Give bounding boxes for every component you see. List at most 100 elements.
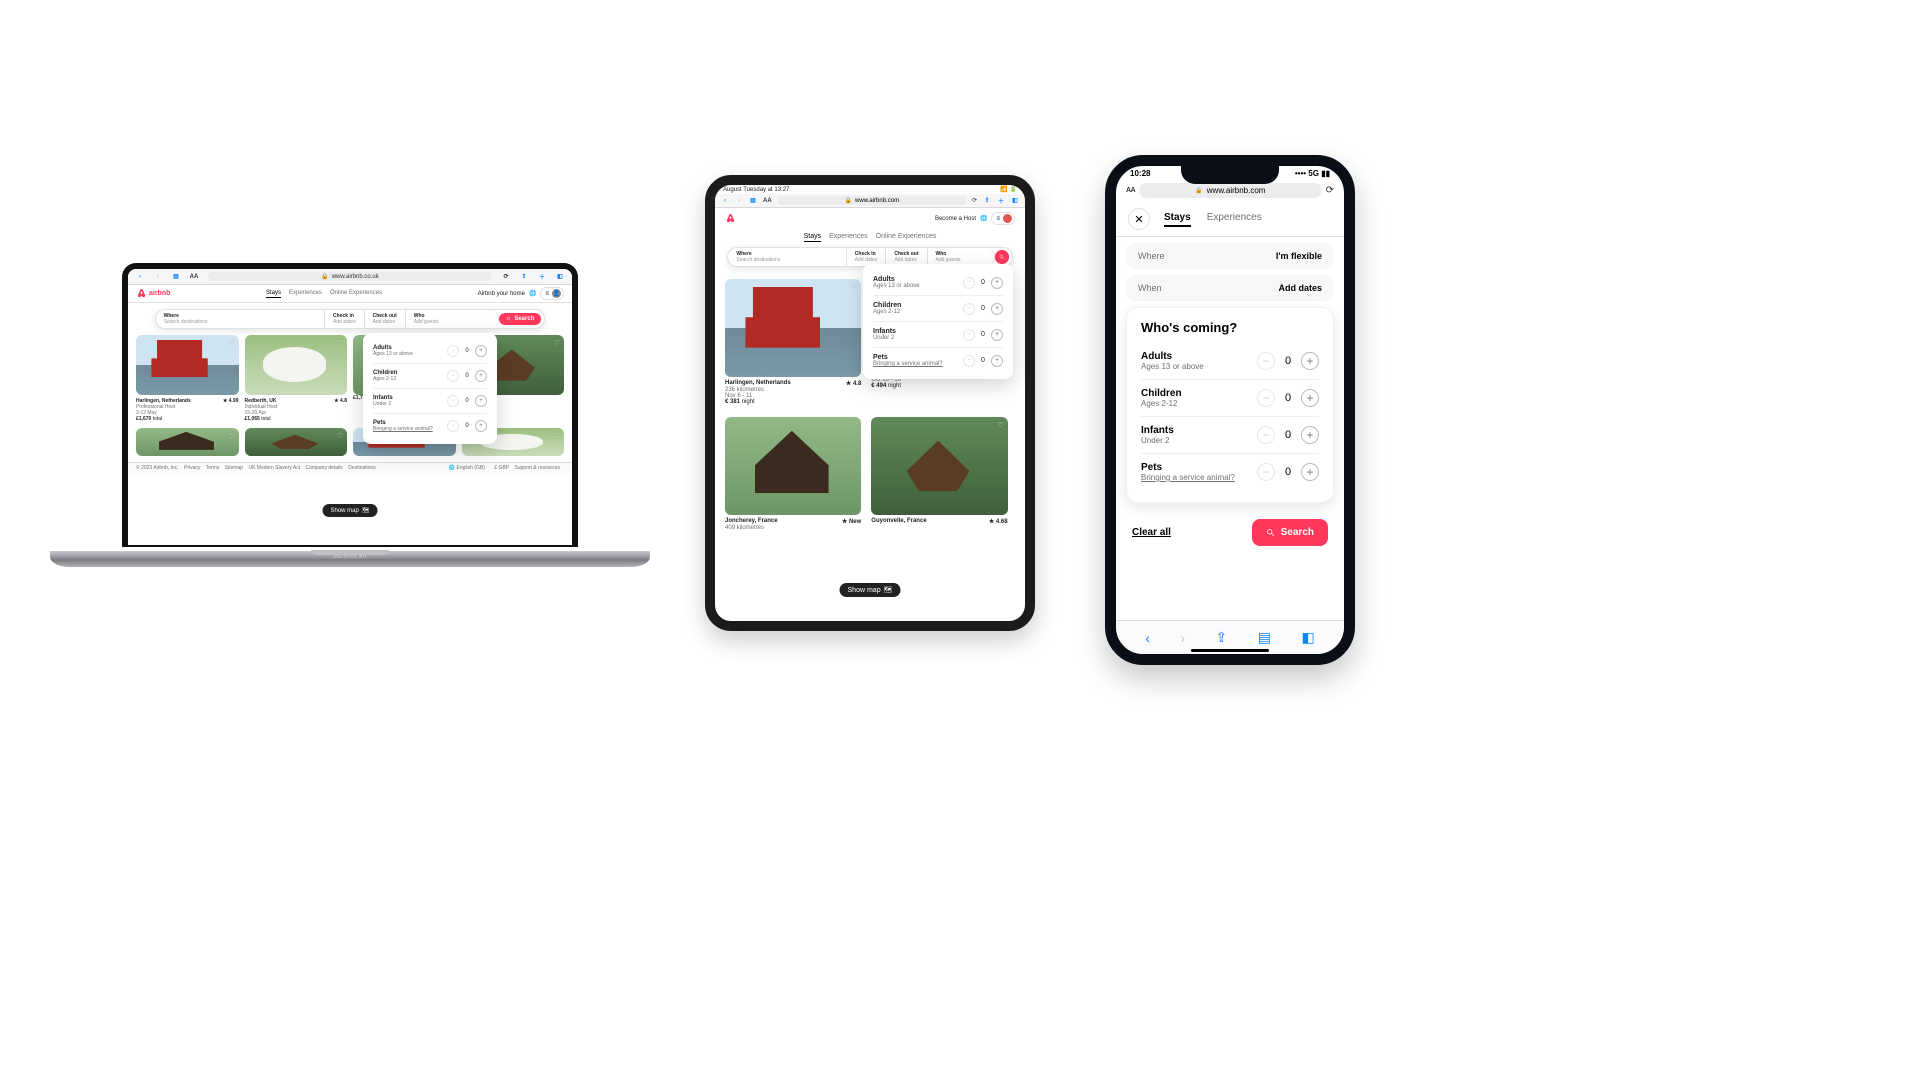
address-bar[interactable]: 🔒 www.airbnb.co.uk (208, 272, 492, 281)
footer-item[interactable]: Destinations (348, 465, 376, 471)
footer-currency[interactable]: £ GBP (494, 465, 509, 471)
plus-button[interactable]: + (1301, 426, 1319, 444)
back-icon[interactable]: ‹ (136, 273, 144, 281)
close-button[interactable]: ✕ (1128, 208, 1150, 230)
guest-pets-sub[interactable]: Bringing a service animal? (873, 361, 943, 367)
search-bar[interactable]: Where Search destinations Check in Add d… (155, 309, 546, 329)
tab-experiences[interactable]: Experiences (289, 290, 322, 298)
listing-card[interactable]: ♡ Redberth, UK★ 4.8 Individual Host 15-2… (245, 335, 348, 422)
footer-lang[interactable]: English (GB) (457, 465, 485, 471)
tab-experiences[interactable]: Experiences (1207, 212, 1262, 227)
listing-card[interactable]: ♡ Guyonvelle, France★ 4.68 (871, 417, 1007, 531)
minus-button[interactable]: − (447, 345, 459, 357)
plus-button[interactable]: + (475, 420, 487, 432)
listing-card[interactable]: ♡ Harlingen, Netherlands★ 4.8 236 kilome… (725, 279, 861, 405)
wishlist-heart-icon[interactable]: ♡ (851, 421, 857, 429)
new-tab-icon[interactable]: ＋ (538, 273, 546, 281)
search-where[interactable]: Where Search destinations (728, 248, 846, 266)
airbnb-logo[interactable]: airbnb (725, 213, 736, 224)
refresh-icon[interactable]: ⟳ (502, 273, 510, 281)
search-button[interactable] (995, 250, 1008, 263)
search-who[interactable]: Who Add guests (406, 310, 499, 328)
tab-stays[interactable]: Stays (804, 233, 822, 242)
tab-stays[interactable]: Stays (266, 290, 281, 298)
minus-button[interactable]: − (963, 303, 975, 315)
wishlist-heart-icon[interactable]: ♡ (851, 283, 857, 291)
plus-button[interactable]: + (1301, 352, 1319, 370)
tab-stays[interactable]: Stays (1164, 212, 1191, 227)
user-menu[interactable]: ≡ (991, 212, 1015, 225)
tabs-icon[interactable]: ◧ (1011, 197, 1019, 205)
search-checkin[interactable]: Check in Add dates (325, 310, 365, 328)
wishlist-heart-icon[interactable]: ♡ (228, 339, 234, 347)
minus-button[interactable]: − (1257, 463, 1275, 481)
host-cta[interactable]: Airbnb your home (478, 291, 525, 297)
footer-item[interactable]: Company details (306, 465, 343, 471)
footer-item[interactable]: UK Modern Slavery Act (248, 465, 300, 471)
user-menu[interactable]: ≡ 👤 (540, 287, 564, 300)
address-bar[interactable]: 🔒 www.airbnb.com (778, 196, 966, 205)
reader-icon[interactable]: AA (763, 198, 772, 204)
plus-button[interactable]: + (1301, 389, 1319, 407)
address-bar[interactable]: 🔒 www.airbnb.com (1139, 183, 1321, 198)
minus-button[interactable]: − (447, 395, 459, 407)
airbnb-logo[interactable]: airbnb (136, 288, 170, 299)
plus-button[interactable]: + (991, 329, 1003, 341)
bookmarks-icon[interactable]: ▤ (1258, 629, 1271, 646)
tab-experiences[interactable]: Experiences (829, 233, 868, 242)
minus-button[interactable]: − (963, 355, 975, 367)
share-icon[interactable]: ⇪ (1216, 629, 1228, 646)
search-button[interactable]: Search (1252, 519, 1328, 546)
listing-card[interactable]: ♡ Joncherey, France★ New 409 kilometres (725, 417, 861, 531)
reader-icon[interactable]: AA (190, 273, 198, 281)
plus-button[interactable]: + (1301, 463, 1319, 481)
share-icon[interactable]: ⇪ (520, 273, 528, 281)
new-tab-icon[interactable]: ＋ (997, 197, 1005, 205)
where-pill[interactable]: Where I'm flexible (1126, 243, 1334, 269)
minus-button[interactable]: − (1257, 352, 1275, 370)
search-where[interactable]: Where Search destinations (156, 310, 325, 328)
wishlist-heart-icon[interactable]: ♡ (554, 432, 560, 440)
guest-pets-sub[interactable]: Bringing a service animal? (1141, 473, 1235, 482)
minus-button[interactable]: − (963, 277, 975, 289)
minus-button[interactable]: − (447, 370, 459, 382)
search-checkout[interactable]: Check out Add dates (365, 310, 406, 328)
listing-card[interactable]: ♡ (245, 428, 348, 456)
plus-button[interactable]: + (991, 355, 1003, 367)
show-map-button[interactable]: Show map 🗺 (323, 504, 378, 517)
listing-card[interactable]: ♡ Harlingen, Netherlands★ 4.99 Professio… (136, 335, 239, 422)
wishlist-heart-icon[interactable]: ♡ (337, 339, 343, 347)
tab-online-experiences[interactable]: Online Experiences (876, 233, 937, 242)
minus-button[interactable]: − (963, 329, 975, 341)
footer-item[interactable]: Sitemap (225, 465, 243, 471)
share-icon[interactable]: ⇪ (983, 197, 991, 205)
sidebar-icon[interactable]: ▤ (749, 197, 757, 205)
wishlist-heart-icon[interactable]: ♡ (997, 421, 1003, 429)
reader-icon[interactable]: AA (1126, 187, 1135, 194)
tabs-icon[interactable]: ◧ (556, 273, 564, 281)
plus-button[interactable]: + (475, 370, 487, 382)
plus-button[interactable]: + (991, 303, 1003, 315)
footer-item[interactable]: Terms (206, 465, 220, 471)
back-icon[interactable]: ‹ (1145, 630, 1150, 646)
globe-icon[interactable]: 🌐 (980, 215, 987, 222)
tab-online-experiences[interactable]: Online Experiences (330, 290, 382, 298)
plus-button[interactable]: + (475, 395, 487, 407)
wishlist-heart-icon[interactable]: ♡ (337, 432, 343, 440)
search-button[interactable]: Search (499, 313, 541, 325)
refresh-icon[interactable]: ⟳ (1326, 185, 1334, 196)
wishlist-heart-icon[interactable]: ♡ (228, 432, 234, 440)
refresh-icon[interactable]: ⟳ (972, 197, 977, 204)
when-pill[interactable]: When Add dates (1126, 275, 1334, 301)
host-cta[interactable]: Become a Host (935, 216, 976, 222)
back-icon[interactable]: ‹ (721, 197, 729, 205)
plus-button[interactable]: + (475, 345, 487, 357)
sidebar-icon[interactable]: ▤ (172, 273, 180, 281)
guest-pets-sub[interactable]: Bringing a service animal? (373, 426, 433, 432)
clear-all-button[interactable]: Clear all (1132, 527, 1171, 538)
minus-button[interactable]: − (447, 420, 459, 432)
tabs-icon[interactable]: ◧ (1301, 629, 1314, 646)
footer-item[interactable]: Privacy (184, 465, 200, 471)
footer-support[interactable]: Support & resources (514, 465, 560, 471)
wishlist-heart-icon[interactable]: ♡ (554, 339, 560, 347)
